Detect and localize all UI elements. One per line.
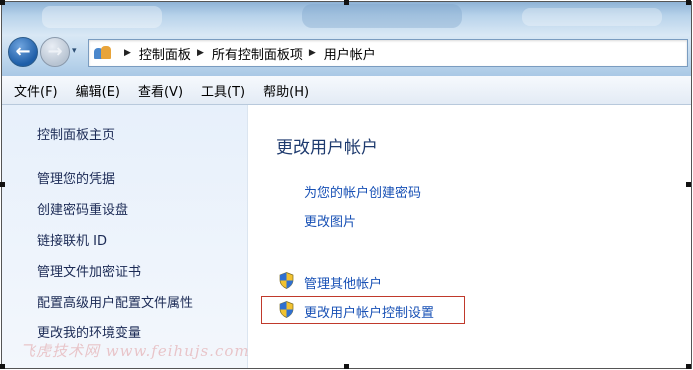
sidebar-item-credentials[interactable]: 管理您的凭据 [37, 168, 115, 187]
menu-edit[interactable]: 编辑(E) [67, 81, 129, 100]
change-picture-link[interactable]: 更改图片 [304, 211, 356, 230]
glass-reflection [522, 8, 662, 26]
main-content: 更改用户帐户 为您的帐户创建密码 更改图片 管理其他帐户 更改用户帐户控制设置 [248, 105, 691, 368]
resize-handle [686, 0, 691, 5]
resize-handle [344, 0, 349, 5]
breadcrumb-control-panel[interactable]: 控制面板 [139, 44, 191, 63]
glass-reflection [42, 6, 162, 28]
page-title: 更改用户帐户 [276, 138, 378, 158]
forward-button[interactable]: → [40, 37, 70, 67]
sidebar-item-encryption-certs[interactable]: 管理文件加密证书 [37, 261, 141, 280]
uac-shield-icon [279, 301, 294, 318]
sidebar-item-environment-variables[interactable]: 更改我的环境变量 [37, 322, 141, 341]
sidebar-item-profile-properties[interactable]: 配置高级用户配置文件属性 [37, 292, 193, 311]
title-bar: ← → ▾ ▶ 控制面板 ▶ 所有控制面板项 ▶ 用户帐户 [2, 2, 691, 76]
resize-handle [344, 364, 349, 369]
back-button[interactable]: ← [8, 37, 38, 67]
menu-file[interactable]: 文件(F) [2, 81, 67, 100]
sidebar-item-reset-disk[interactable]: 创建密码重设盘 [37, 199, 128, 218]
uac-shield-icon [279, 272, 294, 289]
breadcrumb-separator-icon[interactable]: ▶ [197, 48, 204, 58]
glass-reflection [302, 4, 462, 28]
forward-arrow-icon: → [47, 41, 63, 62]
menu-view[interactable]: 查看(V) [129, 81, 192, 100]
back-arrow-icon: ← [15, 41, 31, 62]
change-uac-settings-link[interactable]: 更改用户帐户控制设置 [304, 302, 434, 321]
sidebar-item-online-id[interactable]: 链接联机 ID [37, 230, 107, 249]
breadcrumb-separator-icon[interactable]: ▶ [309, 48, 316, 58]
resize-handle [686, 364, 691, 369]
menu-bar: 文件(F) 编辑(E) 查看(V) 工具(T) 帮助(H) [2, 76, 691, 105]
manage-other-accounts-link[interactable]: 管理其他帐户 [304, 273, 382, 292]
control-panel-window: ← → ▾ ▶ 控制面板 ▶ 所有控制面板项 ▶ 用户帐户 文件(F) 编辑(E… [1, 1, 692, 369]
sidebar: 控制面板主页 管理您的凭据 创建密码重设盘 链接联机 ID 管理文件加密证书 配… [2, 105, 248, 368]
resize-handle [686, 182, 691, 187]
create-password-link[interactable]: 为您的帐户创建密码 [304, 182, 421, 201]
resize-handle [0, 0, 5, 5]
watermark: 飞虎技术网 www.feihujs.com [20, 342, 250, 360]
resize-handle [0, 182, 5, 187]
resize-handle [0, 364, 5, 369]
menu-tools[interactable]: 工具(T) [192, 81, 254, 100]
address-bar[interactable]: ▶ 控制面板 ▶ 所有控制面板项 ▶ 用户帐户 [88, 39, 688, 67]
menu-help[interactable]: 帮助(H) [254, 81, 318, 100]
control-panel-icon [94, 45, 112, 61]
breadcrumb-all-items[interactable]: 所有控制面板项 [212, 44, 303, 63]
breadcrumb-user-accounts[interactable]: 用户帐户 [324, 44, 376, 63]
sidebar-item-home[interactable]: 控制面板主页 [37, 124, 115, 143]
recent-pages-dropdown[interactable]: ▾ [72, 46, 77, 56]
breadcrumb-separator-icon[interactable]: ▶ [124, 48, 131, 58]
